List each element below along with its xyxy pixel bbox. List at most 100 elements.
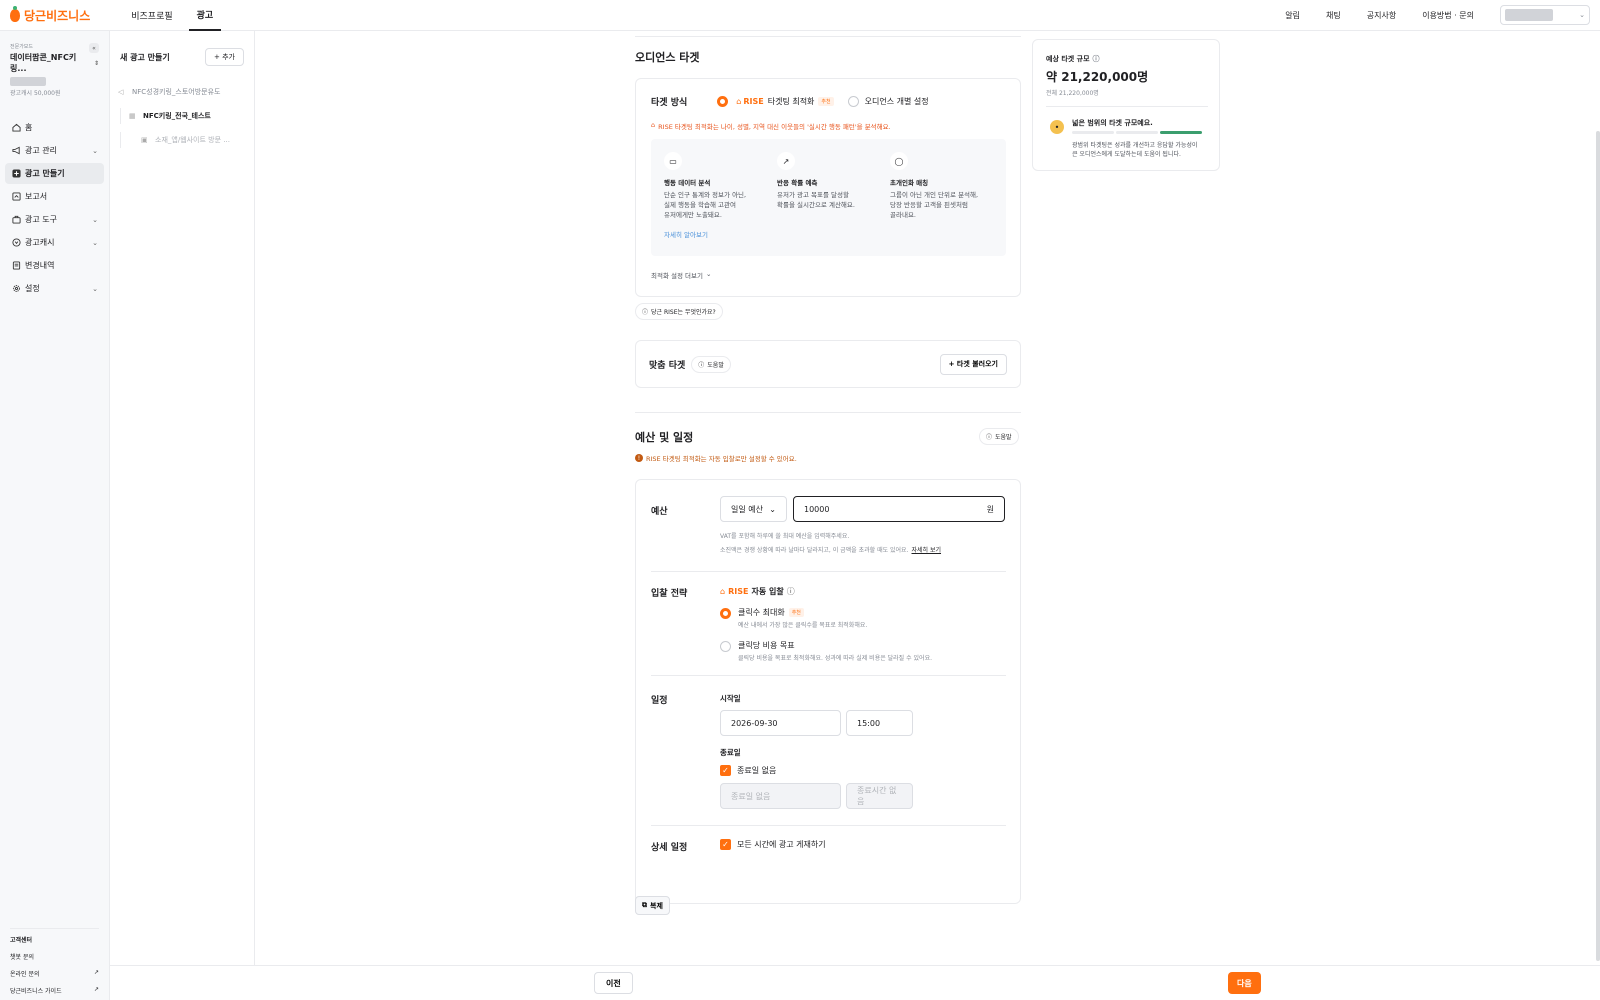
feature-desc: 유저가 광고 목표를 달성할 확률을 실시간으로 계산해요. — [777, 191, 855, 209]
all-time-checkbox[interactable]: ✓ 모든 시간에 광고 게재하기 — [720, 839, 826, 850]
nav-bizprofile[interactable]: 비즈프로필 — [123, 0, 180, 31]
more-settings-toggle[interactable]: 최적화 설정 더보기 ⌄ — [651, 270, 711, 280]
end-date-input: 종료일 없음 — [720, 783, 841, 809]
checkbox-checked-icon[interactable]: ✓ — [720, 839, 731, 850]
radio-unselected[interactable] — [720, 641, 731, 652]
rise-brand: RISE — [743, 97, 764, 106]
account-mode: 전문가모드 — [10, 44, 34, 50]
tree-item-creative[interactable]: ▣ 소재_앱/웹사이트 방문 ... — [120, 132, 244, 148]
what-is-rise-button[interactable]: ⓘ 당근 RISE는 무엇인가요? — [635, 303, 723, 320]
sidebar-item-home[interactable]: 홈 — [5, 117, 104, 138]
rise-info-text: RISE 타겟팅 최적화는 나이, 성별, 지역 대신 이웃들의 '실시간 행동… — [658, 123, 891, 131]
app-logo[interactable]: 당근비즈니스 — [10, 5, 90, 24]
load-target-button[interactable]: + 타겟 불러오기 — [939, 353, 1007, 375]
guide-link[interactable]: 당근비즈니스 가이드 ↗ — [10, 986, 99, 995]
ad-cash: 광고캐시 50,000원 — [10, 90, 61, 97]
sidebar-item-history[interactable]: 변경내역 — [5, 255, 104, 276]
top-right-links: 알림 채팅 공지사항 이용방법 · 문의 ⌄ — [1285, 0, 1600, 31]
schedule-label: 일정 — [651, 696, 668, 706]
feature-title: 초개인화 매칭 — [890, 179, 929, 187]
checkbox-checked-icon[interactable]: ✓ — [720, 765, 731, 776]
copy-icon: ⧉ — [642, 901, 647, 909]
collapse-sidebar-button[interactable]: « — [89, 43, 99, 53]
start-time-input[interactable]: 15:00 — [846, 710, 913, 736]
tree-item-adgroup[interactable]: ▦ NFC키링_전국_테스트 — [120, 108, 244, 124]
radio-selected[interactable] — [717, 96, 729, 107]
help-button[interactable]: ⓘ 도움말 — [691, 355, 731, 373]
top-nav: 비즈프로필 광고 — [123, 0, 229, 31]
tree-item-campaign[interactable]: ◁ NFC성경키링_스토어방문유도 — [118, 84, 244, 100]
chevron-down-icon: ⌄ — [1579, 11, 1585, 19]
option-label: 오디언스 개별 설정 — [864, 97, 929, 106]
scrollbar[interactable] — [1596, 131, 1600, 961]
link-label: 당근비즈니스 가이드 — [10, 988, 62, 995]
help-circle-icon[interactable]: ⓘ — [1093, 54, 1100, 64]
account-switcher[interactable]: ⌄ — [1500, 5, 1590, 25]
learn-more-link[interactable]: 자세히 알아보기 — [664, 229, 764, 239]
budget-amount-input[interactable]: 10000 원 — [793, 496, 1005, 522]
nav-chat[interactable]: 채팅 — [1326, 10, 1341, 21]
sidebar-item-report[interactable]: 보고서 — [5, 186, 104, 207]
nav-help[interactable]: 이용방법 · 문의 — [1422, 10, 1474, 21]
bid-option-max-clicks[interactable]: 클릭수 최대화 추천 예산 내에서 가장 많은 클릭수를 목표로 최적화해요. — [720, 607, 867, 629]
budget-hint-2: 소진액은 경쟁 상황에 따라 날마다 달라지고, 이 금액을 초과할 때도 있어… — [720, 545, 941, 554]
nav-notice[interactable]: 공지사항 — [1367, 10, 1396, 21]
info-icon: ⓘ — [986, 434, 993, 441]
option-rise[interactable]: ⌂ RISE 타겟팅 최적화 추천 — [717, 96, 834, 107]
auto-bid-label: 자동 입찰 — [751, 587, 784, 596]
prev-button[interactable]: 이전 — [594, 972, 633, 994]
radio-unselected[interactable] — [847, 96, 859, 107]
load-target-label: 타겟 불러오기 — [956, 360, 998, 368]
add-button[interactable]: + 추가 — [205, 48, 244, 66]
nav-notifications[interactable]: 알림 — [1285, 10, 1300, 21]
sidebar-item-ad-manage[interactable]: 광고 관리 ⌄ — [5, 140, 104, 161]
account-box[interactable]: 전문가모드 데이터팜콘_NFC키링... ⇕ 광고캐시 50,000원 « — [0, 31, 109, 97]
sidebar-item-label: 홈 — [25, 123, 33, 132]
toolbox-icon — [11, 215, 21, 225]
chatbot-link[interactable]: 챗봇 문의 — [10, 952, 99, 961]
option-manual[interactable]: 오디언스 개별 설정 — [847, 96, 929, 107]
tree-item-label: 소재_앱/웹사이트 방문 ... — [155, 136, 230, 144]
target-status-title: 넓은 범위의 타겟 규모예요. — [1072, 119, 1153, 127]
bid-option-title: 클릭수 최대화 추천 — [738, 607, 867, 618]
what-is-rise-label: 당근 RISE는 무엇인가요? — [651, 309, 716, 316]
tree-title: 새 광고 만들기 — [120, 52, 170, 62]
budget-type-select[interactable]: 일일 예산 ⌄ — [720, 496, 787, 522]
end-time-input: 종료시간 없음 — [846, 783, 913, 809]
auto-bid-title: ⌂ RISE 자동 입찰 ⓘ — [720, 586, 795, 597]
details-link[interactable]: 자세히 보기 — [912, 545, 942, 554]
bid-option-cpc-target[interactable]: 클릭당 비용 목표 클릭당 비용을 목표로 최적화해요. 성과에 따라 실제 비… — [720, 640, 932, 662]
help-label: 도움말 — [995, 434, 1012, 441]
external-link-icon: ↗ — [93, 986, 99, 993]
next-button[interactable]: 다음 — [1228, 972, 1261, 994]
tree-item-label: NFC성경키링_스토어방문유도 — [132, 88, 221, 96]
sidebar-item-label: 변경내역 — [25, 261, 55, 270]
warning-text: RISE 타겟팅 최적화는 자동 입찰로만 설정할 수 있어요. — [646, 455, 797, 463]
info-icon: ⓘ — [698, 361, 705, 369]
megaphone-icon — [11, 146, 21, 156]
plus-icon: + — [948, 360, 957, 368]
sidebar-item-settings[interactable]: 설정 ⌄ — [5, 278, 104, 299]
nav-ads[interactable]: 광고 — [188, 0, 222, 31]
bottom-action-bar: 이전 다음 — [110, 965, 1600, 1000]
tree-item-label: NFC키링_전국_테스트 — [143, 112, 211, 120]
target-method-row: 타겟 방식 ⌂ RISE 타겟팅 최적화 추천 오디언스 개별 설정 — [651, 95, 929, 108]
budget-hint: VAT를 포함해 하루에 쓸 최대 예산을 입력해주세요. — [720, 533, 850, 540]
sidebar-item-ad-cash[interactable]: 광고캐시 ⌄ — [5, 232, 104, 253]
target-method-label: 타겟 방식 — [651, 98, 688, 108]
info-icon[interactable]: ⓘ — [787, 586, 795, 597]
rise-brand: RISE — [728, 587, 749, 596]
help-button[interactable]: ⓘ 도움말 — [979, 428, 1019, 445]
no-end-date-checkbox[interactable]: ✓ 종료일 없음 — [720, 765, 776, 776]
budget-hint-text: 소진액은 경쟁 상황에 따라 날마다 달라지고, 이 금액을 초과할 때도 있어… — [720, 547, 909, 554]
sidebar-item-create-ad[interactable]: 광고 만들기 — [5, 163, 104, 184]
sidebar-item-ad-tools[interactable]: 광고 도구 ⌄ — [5, 209, 104, 230]
radio-selected[interactable] — [720, 608, 731, 619]
copy-button[interactable]: ⧉ 복제 — [635, 896, 670, 915]
start-date-input[interactable]: 2026-09-30 — [720, 710, 841, 736]
report-icon — [11, 192, 21, 202]
bid-warning: ! RISE 타겟팅 최적화는 자동 입찰로만 설정할 수 있어요. — [635, 453, 797, 463]
online-inquiry-link[interactable]: 온라인 문의 ↗ — [10, 969, 99, 978]
rise-features-box: ▭ 행동 데이터 분석 단순 인구 통계와 정보가 아닌, 실제 행동을 학습해… — [651, 139, 1006, 256]
sidebar-item-label: 보고서 — [25, 192, 48, 201]
